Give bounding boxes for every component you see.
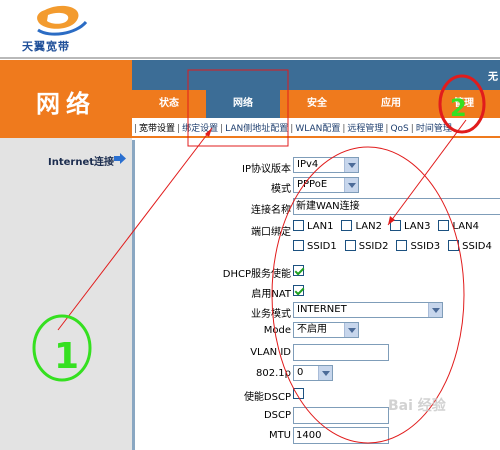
dhcp-label: DHCP服务使能 bbox=[222, 269, 291, 280]
row-vlan-id: VLAN ID bbox=[135, 344, 500, 364]
top-bar: 天翼宽带 bbox=[0, 0, 500, 60]
ssid4-option[interactable]: SSID4 bbox=[448, 240, 492, 252]
ssid1-option[interactable]: SSID1 bbox=[293, 240, 337, 252]
dscp-input[interactable] bbox=[293, 407, 389, 424]
chevron-down-icon bbox=[344, 323, 358, 337]
nat-checkbox[interactable] bbox=[293, 285, 304, 296]
dot1p-label: 802.1p bbox=[256, 368, 291, 379]
sub-menu: | 宽带设置 | 绑定设置 | LAN侧地址配置 | WLAN配置 | 远程管理 | QoS | 时间管理 bbox=[134, 124, 452, 134]
submenu-lan-address[interactable]: LAN侧地址配置 bbox=[225, 124, 288, 134]
lan1-option[interactable]: LAN1 bbox=[293, 220, 333, 232]
port-binding-label: 端口绑定 bbox=[251, 227, 291, 238]
ssid3-checkbox[interactable] bbox=[396, 240, 408, 251]
connection-name-label: 连接名称 bbox=[251, 205, 291, 216]
submenu-remote[interactable]: 远程管理 bbox=[347, 124, 383, 134]
header-strip: 无 bbox=[132, 60, 500, 90]
lan3-option[interactable]: LAN3 bbox=[389, 220, 430, 232]
dscp-enable-label: 使能DSCP bbox=[243, 392, 291, 403]
submenu-wlan[interactable]: WLAN配置 bbox=[295, 124, 340, 134]
watermark: Bai 经验 bbox=[388, 398, 446, 414]
lan1-checkbox[interactable] bbox=[293, 220, 304, 231]
nat-label: 启用NAT bbox=[251, 289, 291, 300]
lan2-checkbox[interactable] bbox=[341, 220, 353, 231]
internet-connection-link[interactable]: Internet连接 bbox=[48, 153, 114, 168]
ip-version-label: IP协议版本 bbox=[242, 164, 291, 175]
section-title: 网络 bbox=[36, 90, 96, 118]
chevron-down-icon bbox=[344, 158, 358, 172]
tab-application[interactable]: 应用 bbox=[354, 90, 428, 118]
vlan-mode-label: Mode bbox=[263, 325, 291, 336]
tab-network[interactable]: 网络 bbox=[206, 90, 280, 118]
chevron-down-icon bbox=[428, 303, 442, 317]
ssid2-checkbox[interactable] bbox=[344, 240, 356, 251]
arrow-right-icon bbox=[114, 153, 126, 164]
row-service-mode: 业务模式 INTERNET bbox=[135, 302, 500, 322]
vlan-mode-select[interactable]: 不启用 bbox=[293, 322, 359, 338]
header-divider bbox=[0, 57, 500, 59]
lan4-checkbox[interactable] bbox=[438, 220, 450, 231]
row-port-binding-lan: 端口绑定 LAN1 LAN2 LAN3 LAN4 bbox=[135, 220, 500, 240]
dscp-label: DSCP bbox=[263, 410, 291, 421]
submenu-broadband[interactable]: 宽带设置 bbox=[139, 124, 175, 134]
brand-name: 天翼宽带 bbox=[22, 40, 70, 53]
row-8021p: 802.1p 0 bbox=[135, 365, 500, 385]
ssid2-option[interactable]: SSID2 bbox=[344, 240, 388, 252]
ssid1-checkbox[interactable] bbox=[293, 240, 304, 251]
main-tab-bar: 状态 网络 安全 应用 管理 bbox=[132, 90, 500, 118]
dot1p-select[interactable]: 0 bbox=[293, 365, 333, 381]
connection-name-input[interactable]: 新建WAN连接 bbox=[293, 198, 500, 215]
header-corner-text: 无 bbox=[488, 72, 498, 83]
mode-label: 模式 bbox=[271, 184, 291, 195]
submenu-binding[interactable]: 绑定设置 bbox=[182, 124, 218, 134]
tab-security[interactable]: 安全 bbox=[280, 90, 354, 118]
row-port-binding-ssid: SSID1 SSID2 SSID3 SSID4 bbox=[135, 240, 500, 260]
tab-management[interactable]: 管理 bbox=[428, 90, 500, 118]
tab-status[interactable]: 状态 bbox=[132, 90, 206, 118]
row-mode: 模式 PPPoE bbox=[135, 177, 500, 197]
submenu-time[interactable]: 时间管理 bbox=[416, 124, 452, 134]
lan2-option[interactable]: LAN2 bbox=[341, 220, 382, 232]
lan3-checkbox[interactable] bbox=[389, 220, 401, 231]
vlan-id-input[interactable] bbox=[293, 344, 389, 361]
submenu-qos[interactable]: QoS bbox=[390, 124, 408, 134]
dscp-enable-checkbox[interactable] bbox=[293, 388, 304, 399]
chevron-down-icon bbox=[318, 366, 332, 380]
vlan-id-label: VLAN ID bbox=[250, 347, 291, 358]
left-panel: Internet连接 bbox=[0, 138, 132, 450]
service-mode-select[interactable]: INTERNET bbox=[293, 302, 443, 318]
ssid4-checkbox[interactable] bbox=[448, 240, 460, 251]
lan4-option[interactable]: LAN4 bbox=[438, 220, 479, 232]
row-vlan-mode: Mode 不启用 bbox=[135, 322, 500, 342]
row-ip-version: IP协议版本 IPv4 bbox=[135, 157, 500, 177]
sub-menu-bar: | 宽带设置 | 绑定设置 | LAN侧地址配置 | WLAN配置 | 远程管理 | QoS | 时间管理 bbox=[132, 118, 500, 138]
row-mtu: MTU 1400 bbox=[135, 427, 500, 447]
dhcp-checkbox[interactable] bbox=[293, 265, 304, 276]
row-connection-name: 连接名称 新建WAN连接 bbox=[135, 198, 500, 218]
mtu-input[interactable]: 1400 bbox=[293, 427, 389, 444]
service-mode-label: 业务模式 bbox=[251, 309, 291, 320]
ssid3-option[interactable]: SSID3 bbox=[396, 240, 440, 252]
mtu-label: MTU bbox=[268, 430, 291, 441]
ip-version-select[interactable]: IPv4 bbox=[293, 157, 359, 173]
chevron-down-icon bbox=[344, 178, 358, 192]
mode-select[interactable]: PPPoE bbox=[293, 177, 359, 193]
row-dhcp: DHCP服务使能 bbox=[135, 262, 500, 282]
row-nat: 启用NAT bbox=[135, 282, 500, 302]
